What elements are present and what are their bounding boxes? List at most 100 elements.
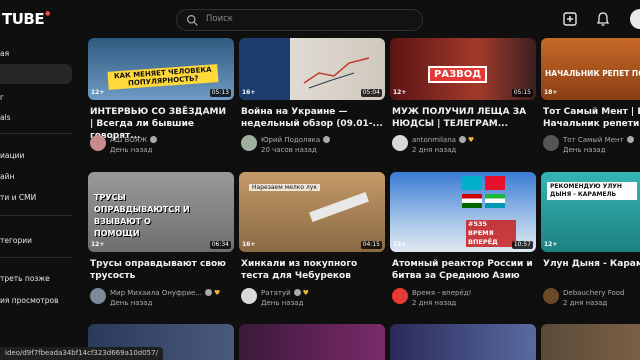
- video-title[interactable]: МУЖ ПОЛУЧИЛ ЛЕЩА ЗА НЮДСЫ | ТЕЛЕГРАМ...: [392, 106, 534, 130]
- verified-icon: [458, 136, 466, 143]
- channel-name[interactable]: Мир Михаила Онуфрие...: [110, 289, 202, 297]
- video-grid: КАК МЕНЯЕТ ЧЕЛОВЕКА ПОПУЛЯРНОСТЬ? 12+ 05…: [84, 38, 640, 360]
- search-box[interactable]: Поиск: [176, 9, 423, 31]
- sidebar-item-categories[interactable]: тегории: [0, 231, 72, 251]
- sidebar-item-history[interactable]: ия просмотров: [0, 291, 72, 311]
- sidebar-item-label: иации: [0, 151, 25, 160]
- map-icon: [303, 57, 370, 89]
- video-title[interactable]: Трусы оправдывают свою трусость: [90, 258, 232, 282]
- verified-icon: [293, 289, 301, 296]
- publish-time: 2 дня назад: [412, 299, 457, 307]
- video-title[interactable]: Тот Самый Мент | Бывший Начальник репети…: [543, 106, 640, 130]
- video-thumbnail[interactable]: 16+ 05:04: [239, 38, 385, 100]
- sidebar-item-blog[interactable]: г: [0, 88, 72, 108]
- sidebar-item-label: тегории: [0, 236, 33, 245]
- sidebar-divider: [0, 133, 72, 134]
- channel-avatar[interactable]: [90, 288, 106, 304]
- logo[interactable]: TUBE●: [2, 10, 50, 28]
- heart-icon: ♥: [302, 289, 309, 297]
- channel-name[interactable]: Время - вперёд!: [412, 289, 471, 297]
- status-bar-url: ideo/d9f7fbeada34bf14cf323d669a10d057/: [0, 347, 163, 360]
- channel-avatar[interactable]: [241, 135, 257, 151]
- sidebar-item-news[interactable]: ти и СМИ: [0, 188, 72, 208]
- sidebar-item-online[interactable]: айн: [0, 167, 72, 187]
- thumbnail-text: НАЧАЛЬНИК РЕПЕТ ПОХМЕЛ: [545, 69, 640, 78]
- sidebar-item-label: г: [0, 93, 4, 102]
- sidebar-item-label: als: [0, 113, 11, 122]
- sidebar-item-home[interactable]: ая: [0, 44, 72, 64]
- heart-icon: ♥: [214, 289, 221, 297]
- search-placeholder: Поиск: [206, 14, 233, 24]
- duration-badge: 05:13: [209, 89, 231, 97]
- channel-name[interactable]: Тот Самый Мент: [563, 136, 624, 144]
- sidebar-item-watch-later[interactable]: треть позже: [0, 269, 72, 289]
- video-thumbnail[interactable]: Нарезаем мелко лук 16+ 04:15: [239, 172, 385, 252]
- channel-avatar[interactable]: [392, 135, 408, 151]
- video-thumbnail[interactable]: [390, 324, 536, 360]
- thumbnail-text: Нарезаем мелко лук: [249, 184, 320, 191]
- channel-avatar[interactable]: [241, 288, 257, 304]
- video-thumbnail[interactable]: #535 ВРЕМЯ ВПЕРЁД 12+ 10:57: [390, 172, 536, 252]
- video-thumbnail[interactable]: РАЗВОД 12+ 05:15: [390, 38, 536, 100]
- duration-badge: 05:04: [360, 89, 382, 97]
- age-rating: 18+: [544, 89, 558, 96]
- flag-kyrgyzstan-icon: [485, 176, 505, 190]
- duration-badge: 06:34: [209, 241, 231, 249]
- thumbnail-text: #535 ВРЕМЯ ВПЕРЁД: [466, 220, 516, 247]
- channel-name[interactable]: АШ ВОЯЖ: [110, 136, 147, 144]
- video-thumbnail[interactable]: КАК МЕНЯЕТ ЧЕЛОВЕКА ПОПУЛЯРНОСТЬ? 12+ 05…: [88, 38, 234, 100]
- channel-avatar[interactable]: [543, 288, 559, 304]
- sidebar-divider: [0, 257, 72, 258]
- video-thumbnail[interactable]: [541, 324, 640, 360]
- age-rating: 12+: [393, 89, 407, 96]
- sidebar-item-label: ия просмотров: [0, 296, 59, 305]
- thumbnail-text: КАК МЕНЯЕТ ЧЕЛОВЕКА ПОПУЛЯРНОСТЬ?: [107, 64, 219, 90]
- thumbnail-text: РАЗВОД: [428, 66, 488, 83]
- flag-tajikistan-icon: [462, 194, 482, 208]
- logo-text: TUBE: [2, 10, 45, 28]
- thumbnail-text: ТРУСЫ ОПРАВДЫВАЮТСЯ И ВЗЫВАЮТ О ПОМОЩИ: [94, 193, 190, 238]
- age-rating: 12+: [544, 241, 558, 248]
- top-bar: TUBE● Поиск: [0, 0, 640, 38]
- channel-avatar[interactable]: [392, 288, 408, 304]
- sidebar: ая г als иации айн ти и СМИ тегории трет…: [0, 38, 78, 360]
- video-title[interactable]: Улун Дыня - Карамель: [543, 258, 640, 270]
- video-title[interactable]: Атомный реактор России и битва за Средню…: [392, 258, 534, 282]
- user-avatar[interactable]: [630, 9, 640, 29]
- duration-badge: 04:15: [360, 241, 382, 249]
- sidebar-item-shorts[interactable]: als: [0, 108, 72, 128]
- channel-name[interactable]: Debauchery Food: [563, 289, 625, 297]
- flag-kazakhstan-icon: [462, 176, 482, 190]
- channel-avatar[interactable]: [543, 135, 559, 151]
- sidebar-item-label: айн: [0, 172, 15, 181]
- verified-icon: [323, 136, 331, 143]
- age-rating: 12+: [393, 241, 407, 248]
- duration-badge: 05:15: [511, 89, 533, 97]
- create-icon[interactable]: [561, 10, 579, 28]
- video-title[interactable]: Война на Украине — недельный обзор (09.0…: [241, 106, 383, 130]
- channel-name[interactable]: Рататуй: [261, 289, 291, 297]
- publish-time: День назад: [563, 146, 606, 154]
- heart-icon: ♥: [467, 136, 475, 144]
- verified-icon: [205, 289, 213, 296]
- video-title[interactable]: Хинкали из покупного теста для Чебуреков: [241, 258, 383, 282]
- publish-time: 2 дня назад: [563, 299, 608, 307]
- video-thumbnail[interactable]: РЕКОМЕНДУЮ УЛУН ДЫНЯ - КАРАМЕЛЬ 12+: [541, 172, 640, 252]
- sidebar-item-label: ти и СМИ: [0, 193, 37, 202]
- video-thumbnail[interactable]: НАЧАЛЬНИК РЕПЕТ ПОХМЕЛ 18+: [541, 38, 640, 100]
- video-thumbnail[interactable]: [239, 324, 385, 360]
- channel-name[interactable]: Юрий Подоляка: [261, 136, 320, 144]
- sidebar-item-aviation[interactable]: иации: [0, 146, 72, 166]
- sidebar-item-label: треть позже: [0, 274, 50, 283]
- age-rating: 16+: [242, 241, 256, 248]
- channel-avatar[interactable]: [90, 135, 106, 151]
- sidebar-item-active[interactable]: [0, 64, 72, 84]
- notifications-bell-icon[interactable]: [594, 10, 612, 28]
- video-thumbnail[interactable]: ТРУСЫ ОПРАВДЫВАЮТСЯ И ВЗЫВАЮТ О ПОМОЩИ 1…: [88, 172, 234, 252]
- flag-uzbekistan-icon: [485, 194, 505, 208]
- verified-icon: [150, 136, 158, 143]
- channel-name[interactable]: antonmilana: [412, 136, 456, 144]
- age-rating: 16+: [242, 89, 256, 96]
- publish-time: День назад: [110, 146, 153, 154]
- sidebar-item-label: ая: [0, 49, 10, 58]
